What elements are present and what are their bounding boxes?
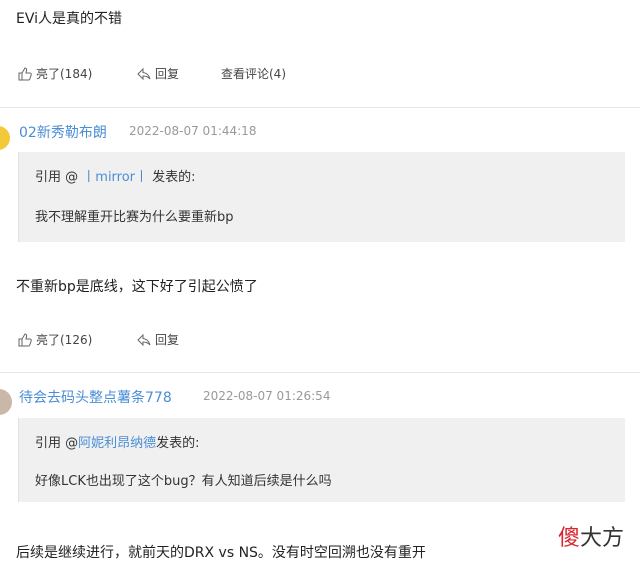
divider bbox=[0, 372, 640, 373]
quote-content: 好像LCK也出现了这个bug？有人知道后续是什么吗 bbox=[35, 474, 332, 489]
view-comments-label: 查看评论(4) bbox=[221, 67, 286, 81]
reply-button[interactable]: 回复 bbox=[137, 65, 179, 82]
reply-icon bbox=[137, 333, 151, 346]
quote-block: 引用 @阿妮利昂纳德发表的: 好像LCK也出现了这个bug？有人知道后续是什么吗 bbox=[18, 418, 625, 502]
avatar[interactable] bbox=[0, 126, 10, 150]
quoted-user-link[interactable]: 阿妮利昂纳德 bbox=[78, 436, 156, 451]
divider bbox=[0, 107, 640, 108]
reply-icon bbox=[137, 67, 151, 80]
quote-prefix: 引用 @ bbox=[35, 436, 79, 451]
reply-label: 回复 bbox=[155, 333, 180, 347]
like-button[interactable]: 亮了(184) bbox=[18, 65, 92, 82]
view-comments-link[interactable]: 查看评论(4) bbox=[221, 65, 286, 82]
watermark-accent-char: 傻 bbox=[557, 526, 580, 551]
comment-text: 后续是继续进行，就前天的DRX vs NS。没有时空回溯也没有重开 bbox=[16, 545, 426, 561]
watermark-logo: 傻大方 bbox=[558, 520, 624, 552]
like-button[interactable]: 亮了(126) bbox=[18, 331, 92, 348]
like-count: 亮了(126) bbox=[36, 333, 93, 347]
quoted-user-link[interactable]: 丨mirror丨 bbox=[82, 170, 148, 185]
avatar[interactable] bbox=[0, 389, 12, 415]
timestamp: 2022-08-07 01:44:18 bbox=[129, 124, 257, 138]
username[interactable]: 02新秀勒布朗 bbox=[19, 122, 107, 142]
like-count: 亮了(184) bbox=[36, 67, 93, 81]
quote-content: 我不理解重开比赛为什么要重新bp bbox=[35, 210, 234, 225]
quote-suffix: 发表的: bbox=[156, 436, 200, 451]
reply-label: 回复 bbox=[155, 67, 180, 81]
watermark-rest: 大方 bbox=[579, 526, 624, 551]
username[interactable]: 待会去码头整点薯条778 bbox=[19, 387, 172, 407]
comment-text: EVi人是真的不错 bbox=[16, 11, 123, 27]
thumbs-up-icon bbox=[18, 332, 32, 346]
thumbs-up-icon bbox=[18, 66, 32, 80]
quote-suffix: 发表的: bbox=[152, 170, 196, 185]
timestamp: 2022-08-07 01:26:54 bbox=[203, 389, 331, 403]
quote-prefix: 引用 @ bbox=[35, 170, 79, 185]
comment-text: 不重新bp是底线，这下好了引起公愤了 bbox=[16, 279, 258, 295]
quote-block: 引用 @ 丨mirror丨 发表的: 我不理解重开比赛为什么要重新bp bbox=[18, 152, 625, 242]
reply-button[interactable]: 回复 bbox=[137, 331, 179, 348]
quote-header: 引用 @阿妮利昂纳德发表的: bbox=[35, 432, 200, 451]
quote-header: 引用 @ 丨mirror丨 发表的: bbox=[35, 166, 196, 185]
